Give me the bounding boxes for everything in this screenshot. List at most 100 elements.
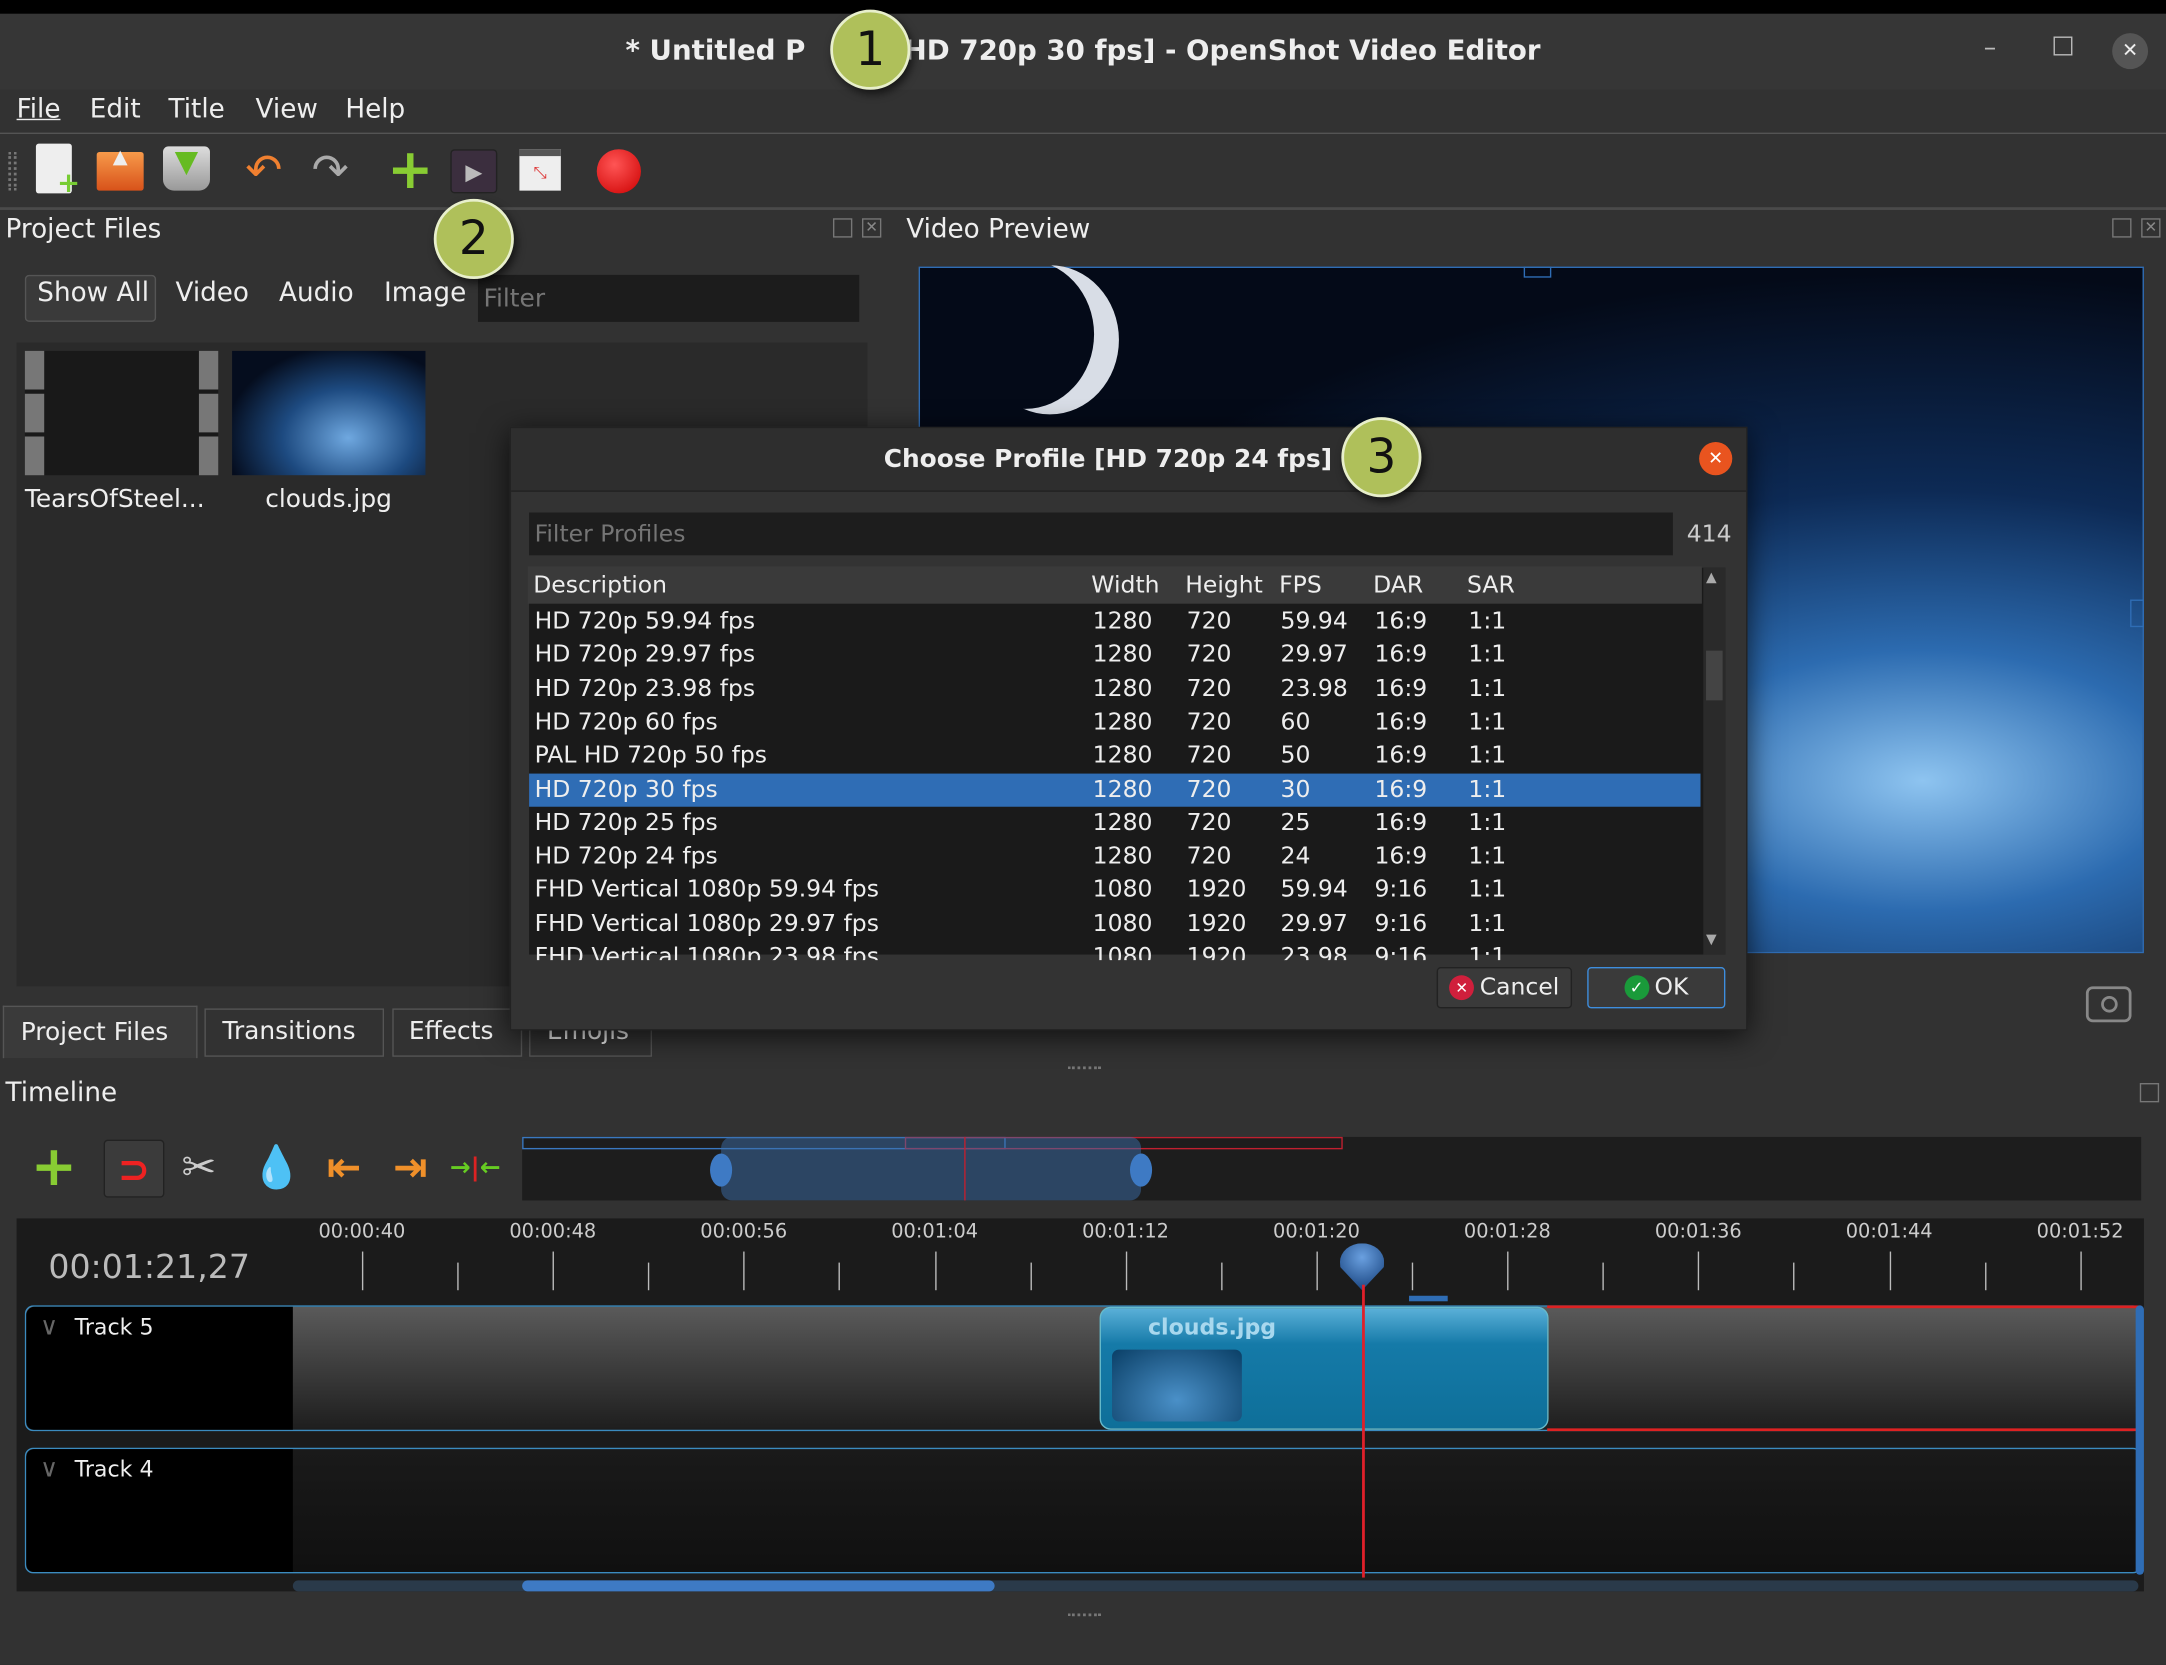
menu-help[interactable]: Help <box>345 94 405 124</box>
profile-cell: 1280 <box>1092 607 1153 636</box>
profile-cell: 30 <box>1280 775 1311 804</box>
hscroll-thumb[interactable] <box>522 1580 995 1592</box>
maximize-button[interactable]: □ <box>2051 30 2075 59</box>
profile-cell: 23.98 <box>1280 674 1348 703</box>
close-button[interactable]: ✕ <box>2112 33 2149 70</box>
current-time: 00:01:21,27 <box>48 1247 250 1287</box>
ruler-tick <box>743 1251 746 1291</box>
cancel-label: Cancel <box>1479 973 1560 1002</box>
profile-row[interactable]: HD 720p 30 fps 1280 720 30 16:9 1:1 <box>529 772 1701 807</box>
cancel-icon: ✕ <box>1449 975 1475 1001</box>
profile-row[interactable]: HD 720p 25 fps 1280 720 25 16:9 1:1 <box>529 806 1700 839</box>
menu-title[interactable]: Title <box>169 94 225 124</box>
file-name[interactable]: clouds.jpg <box>265 485 392 514</box>
profile-row[interactable]: PAL HD 720p 50 fps 1280 720 50 16:9 1:1 <box>529 739 1700 772</box>
filter-video[interactable]: Video <box>175 278 249 308</box>
profile-row[interactable]: HD 720p 59.94 fps 1280 720 59.94 16:9 1:1 <box>529 605 1700 638</box>
ruler-label: 00:01:28 <box>1463 1221 1551 1244</box>
tab-project-files[interactable]: Project Files <box>21 1018 169 1047</box>
record-icon[interactable] <box>596 149 641 194</box>
profile-cell: 9:16 <box>1374 909 1428 938</box>
profile-row[interactable]: HD 720p 60 fps 1280 720 60 16:9 1:1 <box>529 706 1700 739</box>
preview-icon[interactable]: ▶ <box>450 149 498 194</box>
profile-row[interactable]: FHD Vertical 1080p 29.97 fps 1080 1920 29.9… <box>529 907 1700 940</box>
filter-profiles-input[interactable] <box>529 512 1673 556</box>
file-thumbnail-image[interactable] <box>232 350 426 476</box>
col-sar[interactable]: SAR <box>1467 572 1515 600</box>
filter-show-all[interactable]: Show All <box>37 278 149 308</box>
dialog-close-button[interactable]: ✕ <box>1699 442 1733 476</box>
close-icon: ✕ <box>2122 40 2139 63</box>
profile-row[interactable]: HD 720p 29.97 fps 1280 720 29.97 16:9 1:1 <box>529 639 1700 672</box>
viewport-right-handle[interactable] <box>1129 1153 1153 1187</box>
profile-cell: 720 <box>1186 809 1232 837</box>
menu-view[interactable]: View <box>256 94 318 124</box>
profile-cell: 1:1 <box>1468 607 1507 636</box>
undock-icon[interactable] <box>832 218 853 238</box>
toolbar-grip[interactable] <box>8 151 17 191</box>
timeline-hscroll[interactable] <box>292 1580 2139 1592</box>
undock-icon[interactable] <box>2139 1083 2160 1103</box>
tab-transitions[interactable]: Transitions <box>222 1017 355 1046</box>
profile-row[interactable]: FHD Vertical 1080p 23.98 fps 1080 1920 23.9… <box>529 941 1700 960</box>
timeline-title: Timeline <box>5 1077 118 1108</box>
undo-icon[interactable]: ↶ <box>240 144 287 196</box>
table-vscroll[interactable]: ▲ ▼ <box>1703 567 1726 955</box>
col-width[interactable]: Width <box>1091 572 1159 600</box>
add-marker-icon[interactable]: 💧 <box>250 1141 302 1193</box>
clip-clouds[interactable]: clouds.jpg <box>1099 1306 1549 1430</box>
jump-end-icon[interactable]: ⇥ <box>387 1143 434 1191</box>
redo-icon[interactable]: ↷ <box>307 144 354 196</box>
clip-name: clouds.jpg <box>1147 1313 1277 1340</box>
ok-button[interactable]: ✓ OK <box>1587 966 1726 1009</box>
timeline-overview[interactable] <box>522 1136 2142 1201</box>
filter-audio[interactable]: Audio <box>279 278 354 308</box>
add-track-icon[interactable]: + <box>31 1136 77 1200</box>
file-thumbnail-video[interactable] <box>24 350 219 476</box>
menu-edit[interactable]: Edit <box>90 94 141 124</box>
ruler-tick <box>1507 1251 1509 1291</box>
window-title-left: * Untitled P <box>625 33 806 67</box>
tab-effects[interactable]: Effects <box>409 1017 494 1046</box>
project-files-filter-input[interactable] <box>477 274 860 322</box>
col-height[interactable]: Height <box>1185 572 1263 600</box>
timeline-vscroll[interactable] <box>2135 1305 2144 1575</box>
filter-image[interactable]: Image <box>384 278 466 308</box>
file-name[interactable]: TearsOfSteel... <box>25 485 205 514</box>
profile-row[interactable]: HD 720p 24 fps 1280 720 24 16:9 1:1 <box>529 840 1700 873</box>
track-4[interactable]: ∨ Track 4 <box>24 1447 2142 1574</box>
razor-icon[interactable]: ✂ <box>177 1141 221 1193</box>
close-panel-icon[interactable]: ✕ <box>861 218 882 238</box>
fullscreen-icon[interactable]: ⤡ <box>519 149 561 191</box>
collapse-icon[interactable]: ∨ <box>40 1312 58 1341</box>
jump-start-icon[interactable]: ⇤ <box>320 1143 367 1191</box>
import-files-icon[interactable]: + <box>387 138 434 202</box>
undock-icon[interactable] <box>2112 218 2132 238</box>
splitter-handle[interactable] <box>1067 1613 1101 1617</box>
save-project-icon[interactable]: ▼ <box>163 144 210 191</box>
splitter-handle[interactable] <box>1067 1066 1101 1070</box>
col-description[interactable]: Description <box>533 572 667 600</box>
minimize-button[interactable]: – <box>1984 33 1996 62</box>
camera-icon[interactable] <box>2085 986 2132 1023</box>
overview-viewport[interactable] <box>721 1136 1142 1201</box>
ruler-minor-tick <box>1411 1262 1414 1291</box>
menu-file[interactable]: File <box>17 94 61 124</box>
collapse-icon[interactable]: ∨ <box>40 1455 58 1484</box>
open-project-icon[interactable]: ▲ <box>96 146 144 191</box>
col-fps[interactable]: FPS <box>1279 572 1322 600</box>
center-playhead-icon[interactable]: → | ← <box>450 1144 501 1191</box>
ruler-label: 00:01:04 <box>891 1221 979 1244</box>
close-panel-icon[interactable]: ✕ <box>2141 218 2161 238</box>
profile-row[interactable]: FHD Vertical 1080p 59.94 fps 1080 1920 59.9… <box>529 874 1700 907</box>
cancel-button[interactable]: ✕ Cancel <box>1436 966 1573 1009</box>
profile-cell: 1920 <box>1186 876 1247 904</box>
profile-cell: 1:1 <box>1468 876 1507 904</box>
profile-cell: 29.97 <box>1280 909 1348 938</box>
new-project-icon[interactable]: + <box>35 143 80 199</box>
snapping-icon[interactable]: ⊃ <box>103 1139 165 1198</box>
profile-row[interactable]: HD 720p 23.98 fps 1280 720 23.98 16:9 1:1 <box>529 672 1700 705</box>
track-5[interactable]: ∨ Track 5 clouds.jpg <box>24 1305 2142 1432</box>
col-dar[interactable]: DAR <box>1373 572 1423 600</box>
viewport-left-handle[interactable] <box>710 1153 733 1187</box>
